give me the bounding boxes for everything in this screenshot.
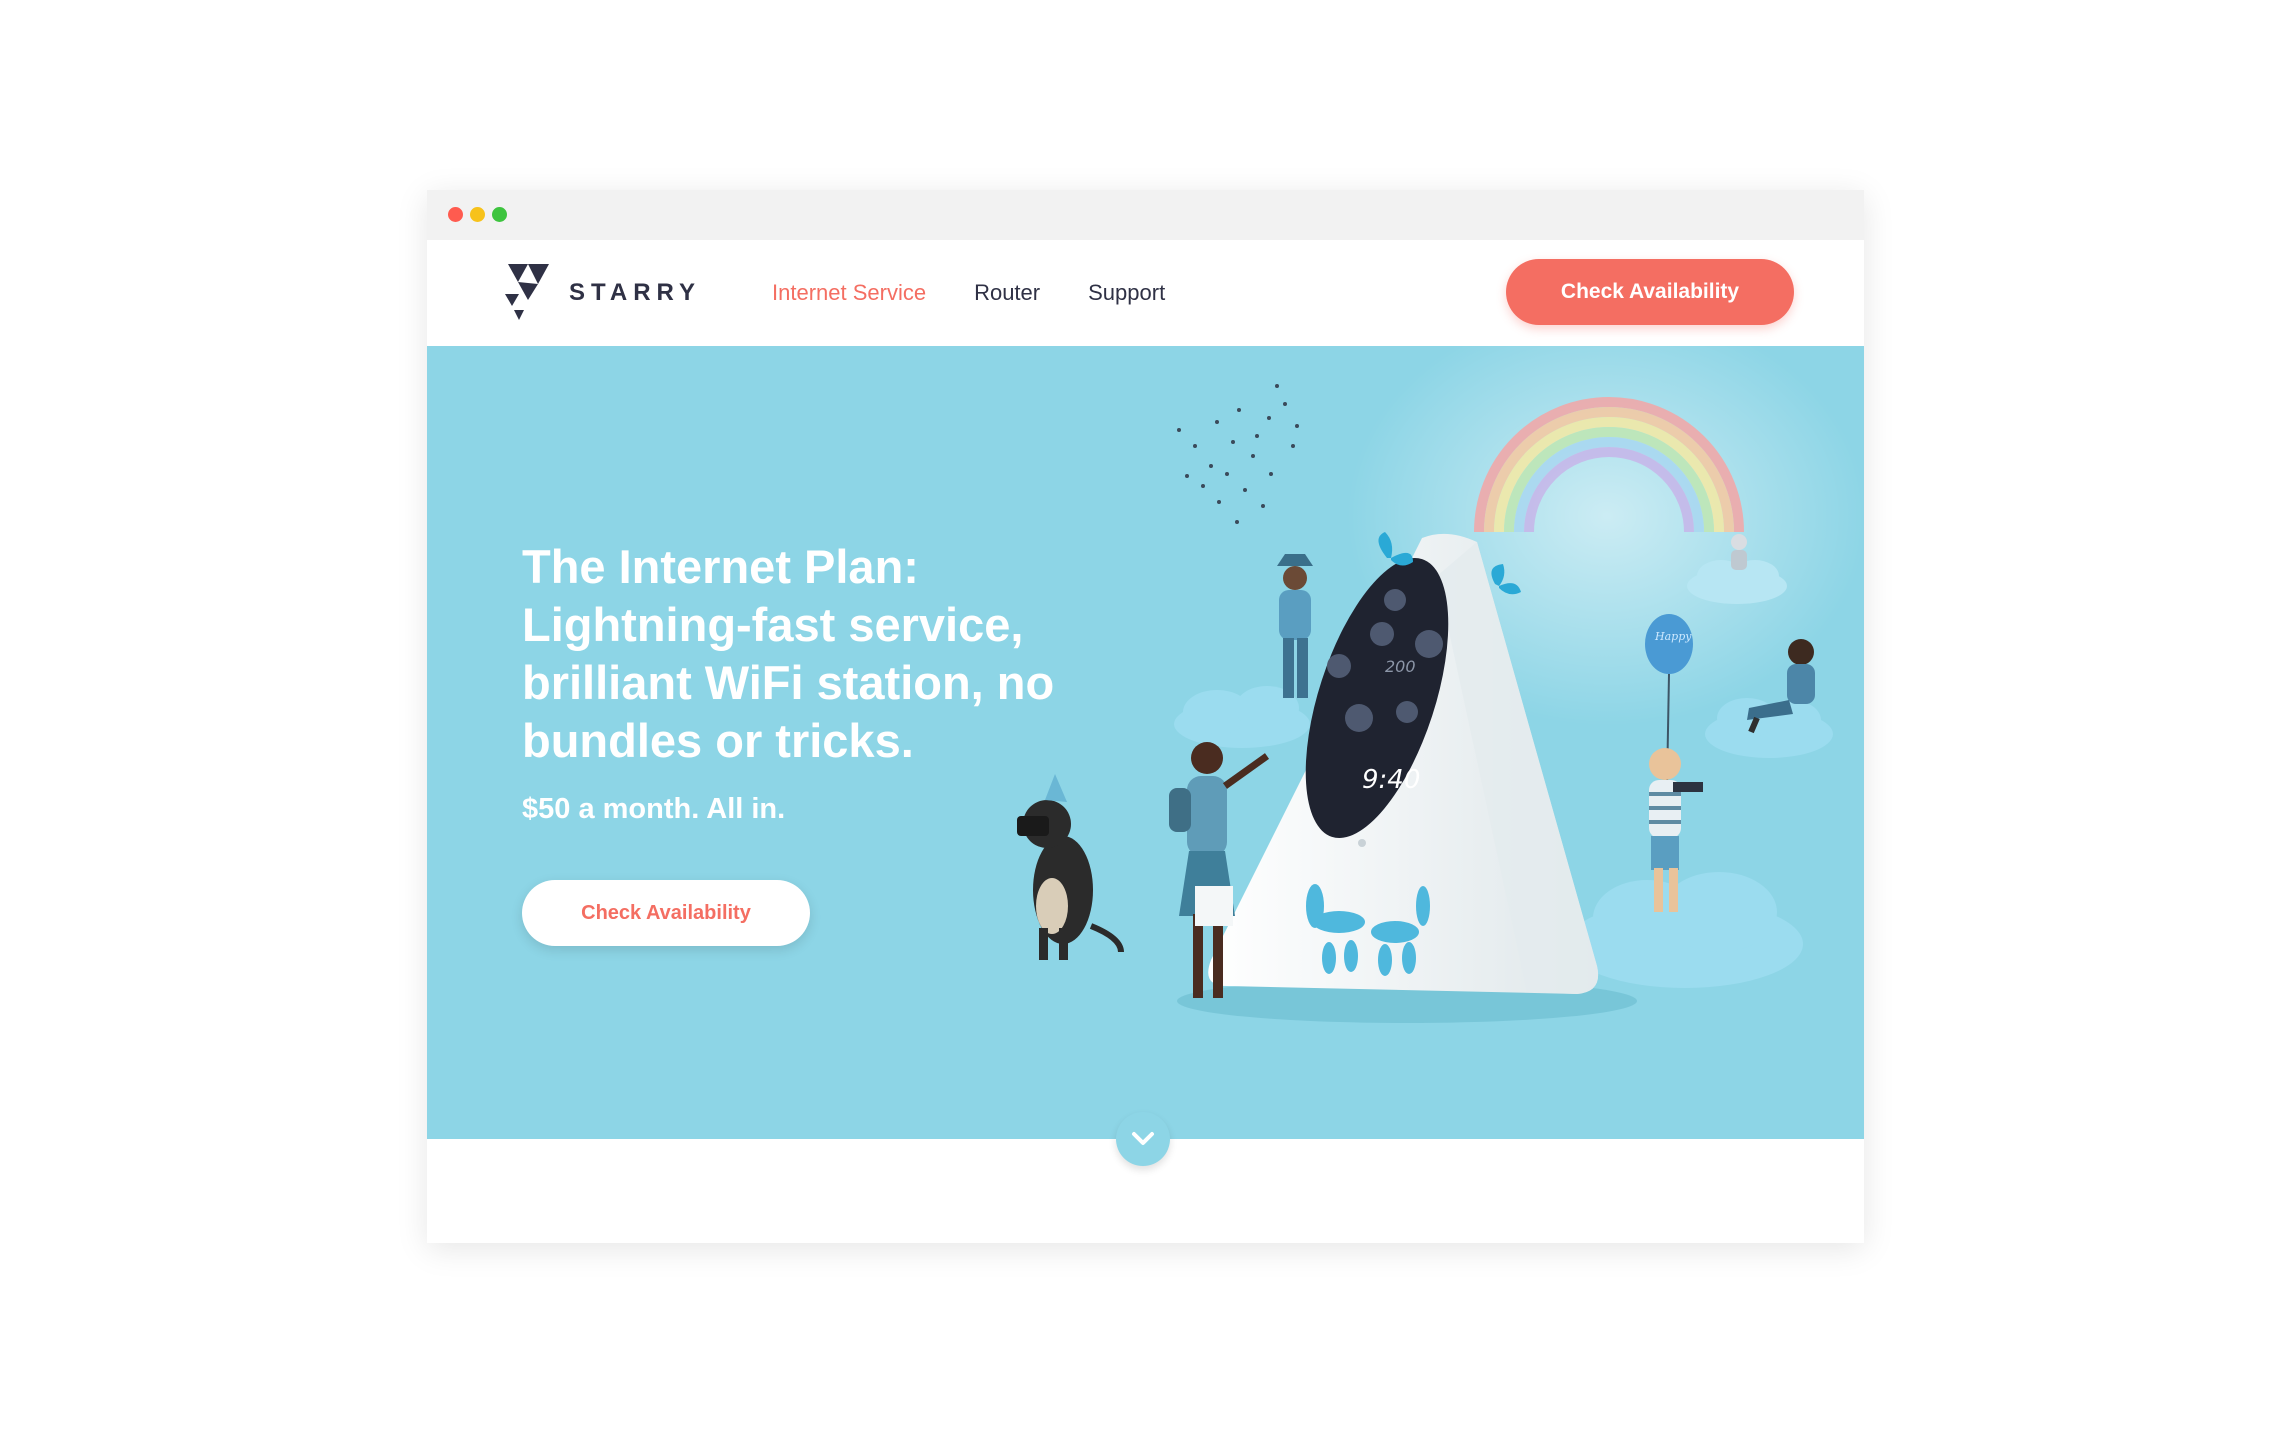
site-header: STARRY Internet Service Router Support C… bbox=[427, 240, 1864, 346]
person-man-confetti bbox=[1277, 554, 1313, 698]
close-window-button[interactable] bbox=[448, 207, 463, 222]
balloon-text: Happy bbox=[1654, 630, 1692, 643]
nav-item-internet-service[interactable]: Internet Service bbox=[772, 280, 926, 306]
nav-item-router[interactable]: Router bbox=[974, 280, 1040, 306]
browser-window: STARRY Internet Service Router Support C… bbox=[427, 190, 1864, 1243]
maximize-window-button[interactable] bbox=[492, 207, 507, 222]
device-screen-value: 200 bbox=[1385, 657, 1416, 676]
dog-with-vr-headset bbox=[1017, 774, 1124, 960]
header-check-availability-button[interactable]: Check Availability bbox=[1506, 259, 1794, 325]
confetti-burst bbox=[1177, 384, 1299, 524]
small-figure-on-cloud bbox=[1731, 534, 1747, 570]
starry-logo-icon bbox=[505, 264, 549, 320]
device-screen-time: 9:40 bbox=[1362, 765, 1420, 795]
brand-name: STARRY bbox=[569, 279, 701, 306]
hero-title: The Internet Plan: Lightning-fast servic… bbox=[522, 540, 1055, 767]
scroll-down-button[interactable] bbox=[1116, 1112, 1170, 1166]
chevron-down-icon bbox=[1132, 1132, 1154, 1145]
nav-item-support[interactable]: Support bbox=[1088, 280, 1165, 306]
hero-check-availability-button[interactable]: Check Availability bbox=[522, 880, 810, 946]
minimize-window-button[interactable] bbox=[470, 207, 485, 222]
window-titlebar bbox=[427, 190, 1864, 240]
brand-logo-link[interactable]: STARRY bbox=[505, 262, 701, 324]
hero-section: 200 9:40 Happy The Internet Plan: Lightn… bbox=[427, 346, 1864, 1139]
cloud-right-large bbox=[1567, 872, 1803, 988]
hero-price-subtitle: $50 a month. All in. bbox=[522, 793, 786, 825]
main-nav: Internet Service Router Support bbox=[772, 240, 1213, 346]
